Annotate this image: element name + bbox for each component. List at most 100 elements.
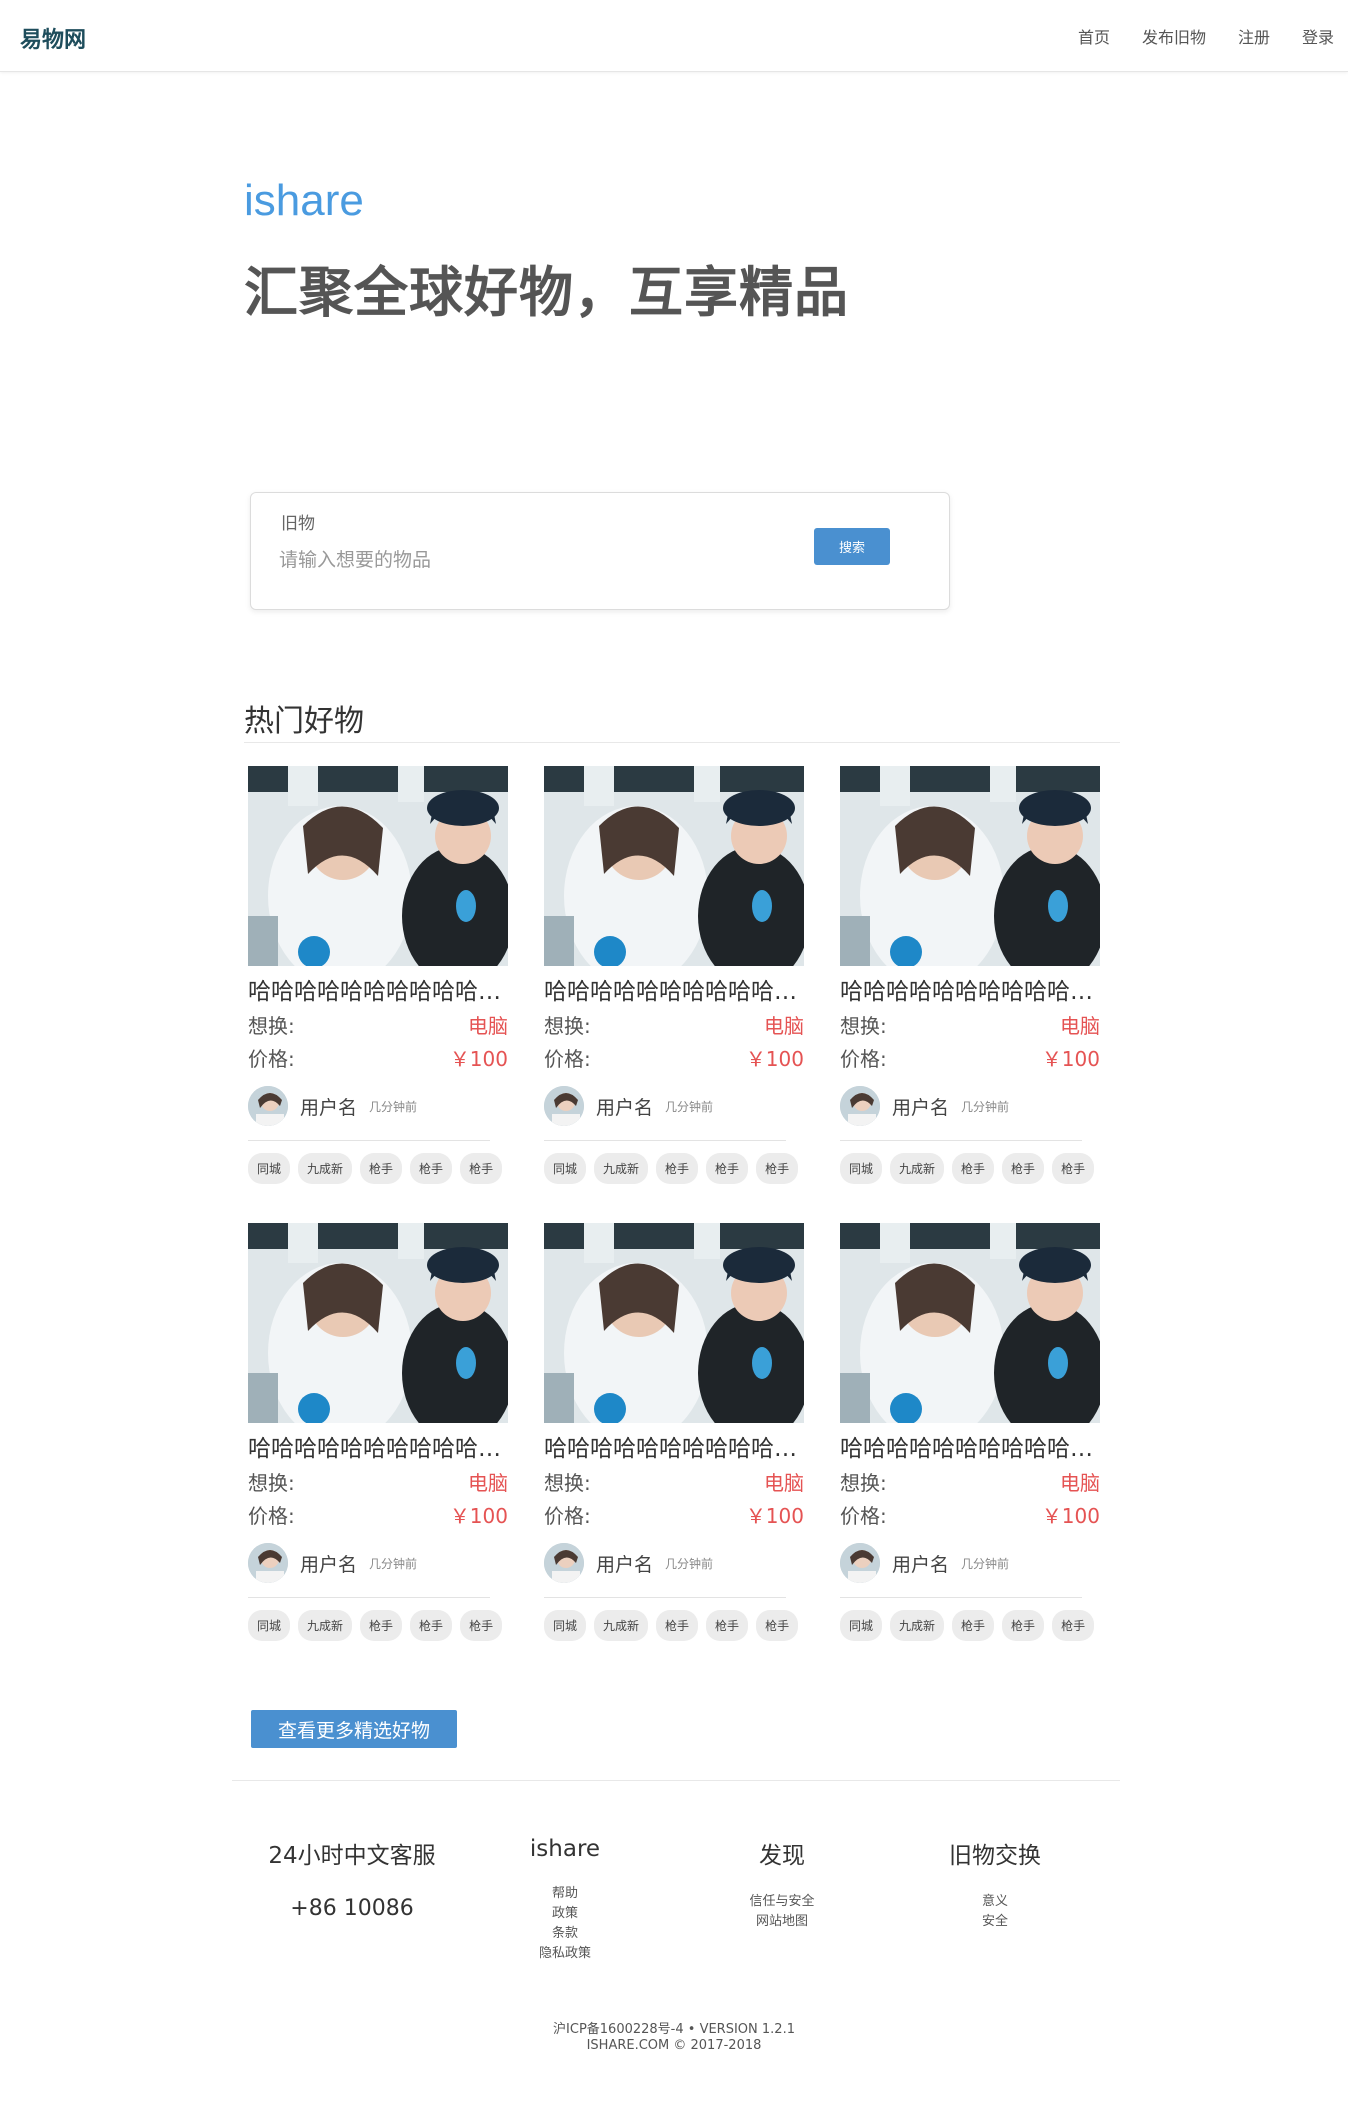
product-card[interactable]: 哈哈哈哈哈哈哈哈哈哈哈哈 想换: 电脑 价格: ￥100 用户名 几分钟前 同城… [840, 1223, 1100, 1641]
search-button[interactable]: 搜索 [814, 528, 890, 565]
card-divider [544, 1140, 786, 1141]
product-tag[interactable]: 枪手 [360, 1153, 403, 1184]
copyright-text: ISHARE.COM © 2017-2018 [586, 2038, 762, 2053]
product-image[interactable] [840, 766, 1100, 966]
product-card[interactable]: 哈哈哈哈哈哈哈哈哈哈哈哈 想换: 电脑 价格: ￥100 用户名 几分钟前 同城… [248, 1223, 508, 1641]
footer-discover-title: 发现 [759, 1843, 805, 1869]
product-image[interactable] [248, 1223, 508, 1423]
product-tag[interactable]: 同城 [840, 1153, 883, 1184]
avatar[interactable] [544, 1086, 584, 1126]
product-tag[interactable]: 枪手 [1052, 1153, 1095, 1184]
product-tag[interactable]: 枪手 [952, 1153, 995, 1184]
product-tag[interactable]: 枪手 [952, 1610, 995, 1641]
nav-register[interactable]: 注册 [1238, 24, 1270, 48]
section-title: 热门好物 [244, 704, 364, 739]
footer-link-sitemap[interactable]: 网站地图 [712, 1912, 852, 1932]
product-tag[interactable]: 九成新 [890, 1610, 945, 1641]
product-tag[interactable]: 枪手 [460, 1610, 503, 1641]
product-image[interactable] [840, 1223, 1100, 1423]
seller-info: 用户名 几分钟前 [544, 1543, 804, 1583]
price-value: ￥100 [745, 1504, 804, 1528]
product-tag[interactable]: 九成新 [298, 1610, 353, 1641]
seller-info: 用户名 几分钟前 [544, 1086, 804, 1126]
product-title[interactable]: 哈哈哈哈哈哈哈哈哈哈哈哈 [840, 1429, 1100, 1463]
seller-name[interactable]: 用户名 [300, 1093, 357, 1120]
card-divider [248, 1140, 490, 1141]
footer-link-policy[interactable]: 政策 [500, 1904, 630, 1924]
product-tag[interactable]: 同城 [248, 1153, 291, 1184]
product-tag[interactable]: 枪手 [706, 1153, 749, 1184]
product-tag[interactable]: 枪手 [706, 1610, 749, 1641]
product-tag[interactable]: 枪手 [756, 1153, 799, 1184]
avatar[interactable] [248, 1086, 288, 1126]
footer-link-privacy[interactable]: 隐私政策 [500, 1944, 630, 1964]
tag-list: 同城 九成新 枪手 枪手 枪手 [248, 1610, 508, 1641]
want-row: 想换: 电脑 [544, 1010, 804, 1039]
product-title[interactable]: 哈哈哈哈哈哈哈哈哈哈哈哈 [248, 1429, 508, 1463]
want-label: 想换: [248, 1471, 295, 1495]
product-card[interactable]: 哈哈哈哈哈哈哈哈哈哈哈哈 想换: 电脑 价格: ￥100 用户名 几分钟前 同城… [544, 1223, 804, 1641]
product-tag[interactable]: 枪手 [1002, 1153, 1045, 1184]
footer-link-meaning[interactable]: 意义 [930, 1892, 1060, 1912]
product-tag[interactable]: 枪手 [410, 1610, 453, 1641]
product-tag[interactable]: 枪手 [460, 1153, 503, 1184]
product-image[interactable] [544, 766, 804, 966]
product-tag[interactable]: 枪手 [360, 1610, 403, 1641]
product-tag[interactable]: 同城 [544, 1610, 587, 1641]
product-tag[interactable]: 枪手 [1002, 1610, 1045, 1641]
avatar[interactable] [248, 1543, 288, 1583]
nav-login[interactable]: 登录 [1302, 24, 1334, 48]
product-card[interactable]: 哈哈哈哈哈哈哈哈哈哈哈哈 想换: 电脑 价格: ￥100 用户名 几分钟前 同城… [544, 766, 804, 1184]
footer-discover: 发现 信任与安全 网站地图 [712, 1836, 852, 1932]
footer-link-help[interactable]: 帮助 [500, 1884, 630, 1904]
card-divider [840, 1597, 1082, 1598]
product-tag[interactable]: 枪手 [756, 1610, 799, 1641]
seller-info: 用户名 几分钟前 [248, 1086, 508, 1126]
product-title[interactable]: 哈哈哈哈哈哈哈哈哈哈哈哈 [544, 972, 804, 1006]
product-tag[interactable]: 枪手 [410, 1153, 453, 1184]
product-title[interactable]: 哈哈哈哈哈哈哈哈哈哈哈哈 [544, 1429, 804, 1463]
avatar[interactable] [544, 1543, 584, 1583]
seller-name[interactable]: 用户名 [300, 1550, 357, 1577]
search-input[interactable] [279, 545, 779, 575]
site-logo[interactable]: 易物网 [20, 22, 86, 54]
product-title[interactable]: 哈哈哈哈哈哈哈哈哈哈哈哈 [248, 972, 508, 1006]
product-tag[interactable]: 枪手 [656, 1610, 699, 1641]
footer-link-safety[interactable]: 安全 [930, 1912, 1060, 1932]
product-tag[interactable]: 九成新 [298, 1153, 353, 1184]
product-card[interactable]: 哈哈哈哈哈哈哈哈哈哈哈哈 想换: 电脑 价格: ￥100 用户名 几分钟前 同城… [840, 766, 1100, 1184]
nav-home[interactable]: 首页 [1078, 24, 1110, 48]
footer-link-terms[interactable]: 条款 [500, 1924, 630, 1944]
seller-info: 用户名 几分钟前 [248, 1543, 508, 1583]
product-title[interactable]: 哈哈哈哈哈哈哈哈哈哈哈哈 [840, 972, 1100, 1006]
post-time: 几分钟前 [665, 1099, 714, 1114]
nav-publish[interactable]: 发布旧物 [1142, 24, 1206, 48]
footer-link-trust[interactable]: 信任与安全 [712, 1892, 852, 1912]
product-tag[interactable]: 枪手 [1052, 1610, 1095, 1641]
seller-name[interactable]: 用户名 [892, 1550, 949, 1577]
product-tag[interactable]: 枪手 [656, 1153, 699, 1184]
hero-brand: ishare [244, 176, 364, 225]
product-tag[interactable]: 九成新 [594, 1610, 649, 1641]
price-value: ￥100 [449, 1504, 508, 1528]
product-image[interactable] [248, 766, 508, 966]
price-value: ￥100 [449, 1047, 508, 1071]
post-time: 几分钟前 [961, 1556, 1010, 1571]
product-tag[interactable]: 同城 [544, 1153, 587, 1184]
product-image[interactable] [544, 1223, 804, 1423]
footer-ishare: ishare 帮助 政策 条款 隐私政策 [500, 1836, 630, 1964]
product-tag[interactable]: 同城 [840, 1610, 883, 1641]
product-tag[interactable]: 同城 [248, 1610, 291, 1641]
product-card[interactable]: 哈哈哈哈哈哈哈哈哈哈哈哈 想换: 电脑 价格: ￥100 用户名 几分钟前 同城… [248, 766, 508, 1184]
want-row: 想换: 电脑 [544, 1467, 804, 1496]
avatar[interactable] [840, 1543, 880, 1583]
seller-name[interactable]: 用户名 [596, 1550, 653, 1577]
footer-service: 24小时中文客服 +86 10086 [254, 1836, 450, 1921]
seller-name[interactable]: 用户名 [892, 1093, 949, 1120]
view-more-button[interactable]: 查看更多精选好物 [251, 1710, 457, 1748]
seller-name[interactable]: 用户名 [596, 1093, 653, 1120]
avatar[interactable] [840, 1086, 880, 1126]
want-label: 想换: [544, 1471, 591, 1495]
product-tag[interactable]: 九成新 [890, 1153, 945, 1184]
product-tag[interactable]: 九成新 [594, 1153, 649, 1184]
